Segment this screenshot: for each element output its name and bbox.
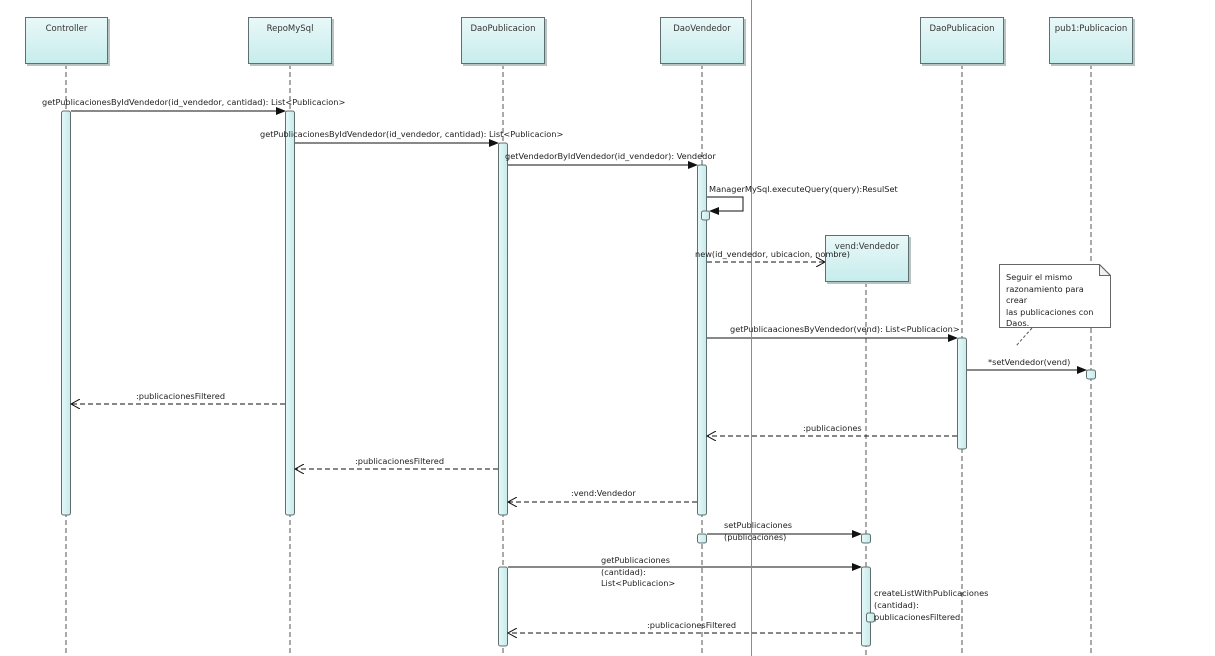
message-label-15: :publicacionesFiltered [647,620,737,630]
message-label-12a: setPublicaciones [724,520,793,530]
message-label-3: getVendedorByIdVendedor(id_vendedor): Ve… [505,151,716,161]
lifeline-head-controller[interactable]: Controller [25,17,108,64]
message-label-12b: (publicaciones) [724,532,787,542]
lifeline-head-daopub2[interactable]: DaoPublicacion [920,17,1004,64]
message-label-10: :publicacionesFiltered [355,456,445,466]
note-line-1: Seguir el mismo [1006,272,1073,282]
activation-controller [61,110,71,516]
comment-note[interactable]: Seguir el mismo razonamiento para crear … [999,264,1111,328]
message-label-13a: getPublicaciones [601,555,670,565]
activation-repo [285,110,295,516]
message-label-13b: (cantidad): [601,567,646,577]
note-line-3: las publicaciones con [1006,306,1094,317]
message-label-7: *setVendedor(vend) [988,357,1071,367]
message-label-5: new(id_vendedor, ubicacion, nombre) [695,249,850,259]
activation-pub1 [1086,369,1096,380]
note-fold-icon [1099,264,1111,276]
message-label-11: :vend:Vendedor [571,488,636,498]
message-label-2: getPublicacionesByIdVendedor(id_vendedor… [260,129,564,139]
message-label-14b: (cantidad): [874,600,919,610]
note-connector [1015,327,1033,347]
message-label-1: getPublicacionesByIdVendedor(id_vendedor… [42,97,346,107]
message-label-14a: createListWithPublicaciones [874,588,989,598]
note-line-2: razonamiento para crear [1006,283,1084,305]
activation-daopub-1 [498,142,508,516]
activation-vend-2 [861,566,871,647]
activation-daovend-self [701,210,710,221]
note-line-4: Daos. [1006,318,1030,328]
lifeline-head-daovend[interactable]: DaoVendedor [660,17,744,64]
message-label-8: :publicaciones [803,423,862,433]
message-label-6: getPublicaacionesByVendedor(vend): List<… [730,324,960,334]
message-label-13c: List<Publicacion> [601,578,676,588]
activation-daopub-2 [498,566,508,647]
message-arrow-self-query [707,196,744,215]
message-label-4: ManagerMySql.executeQuery(query):ResulSe… [709,184,898,194]
lifeline-head-repo[interactable]: RepoMySql [248,17,332,64]
message-label-9: :publicacionesFiltered [136,391,226,401]
activation-daovend-2 [697,533,707,544]
activation-vend-1 [861,533,871,544]
lifeline-head-pub1[interactable]: pub1:Publicacion [1049,17,1133,64]
message-label-14c: publicacionesFiltered [874,612,961,622]
lifeline-head-daopub[interactable]: DaoPublicacion [461,17,545,64]
activation-daopub2 [957,337,967,450]
